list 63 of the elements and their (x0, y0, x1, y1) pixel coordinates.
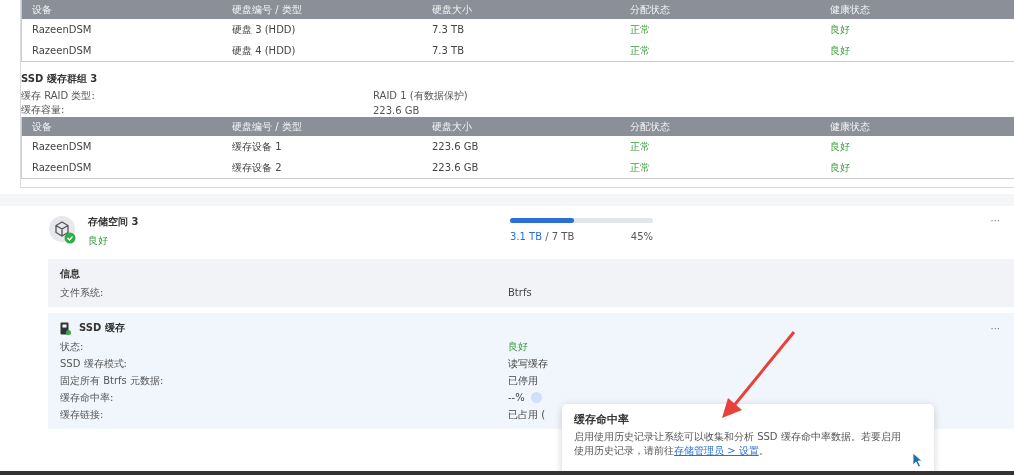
field-label: 文件系统: (60, 285, 104, 300)
panel-title: 信息 (60, 267, 81, 281)
column-header: 硬盘编号 / 类型 (232, 119, 302, 134)
table-cell: 正常 (630, 139, 650, 154)
field-label: 缓存链接: (60, 407, 104, 422)
drive-icon (60, 321, 71, 335)
table-cell: 正常 (630, 22, 650, 37)
total-size: / 7 TB (545, 231, 575, 242)
field-label: 缓存命中率: (60, 390, 114, 405)
group-title: SSD 缓存群组 3 (21, 72, 99, 86)
field-label: 缓存容量: (21, 103, 65, 117)
more-button[interactable]: ··· (990, 215, 1000, 226)
field-label: 状态: (60, 339, 84, 354)
table-cell: RazeenDSM (32, 45, 92, 56)
info-icon[interactable] (530, 392, 542, 403)
field-value: 读写缓存 (508, 356, 548, 371)
field-value: RAID 1 (有数据保护) (373, 89, 468, 103)
table-cell: 硬盘 3 (HDD) (232, 22, 296, 37)
table-cell: 7.3 TB (432, 45, 465, 56)
field-value: 良好 (508, 339, 528, 354)
field-value: 已停用 (508, 373, 538, 388)
column-header: 设备 (32, 2, 52, 17)
panel-title: SSD 缓存 (79, 321, 125, 335)
table-cell: 正常 (630, 160, 650, 175)
field-value: Btrfs (508, 287, 532, 298)
usage-percent: 45% (630, 231, 653, 242)
field-value: 223.6 GB (373, 104, 420, 116)
volume-status: 良好 (88, 234, 108, 248)
table-cell: 223.6 GB (432, 141, 479, 152)
table-cell: RazeenDSM (32, 162, 92, 173)
table-cell: 7.3 TB (432, 24, 465, 35)
more-button[interactable]: ··· (990, 322, 1000, 334)
column-header: 健康状态 (830, 2, 870, 17)
cube-icon (48, 215, 76, 245)
cursor-icon (912, 452, 924, 468)
table-cell: 硬盘 4 (HDD) (232, 43, 296, 58)
field-value: 已占用 ( (508, 407, 546, 422)
table-cell: 正常 (630, 43, 650, 58)
field-value: --% (508, 392, 525, 403)
table-cell: 缓存设备 1 (232, 139, 282, 154)
table-cell: 缓存设备 2 (232, 160, 282, 175)
table-cell: RazeenDSM (32, 24, 92, 35)
tooltip-text: 启用使用历史记录让系统可以收集和分析 SSD 缓存命中率数据。若要启用使用历史记录，请前往存储管理员 > 设置。 (574, 430, 902, 458)
column-header: 健康状态 (830, 119, 870, 134)
settings-link[interactable]: 存储管理员 > 设置 (674, 445, 759, 456)
table-cell: 良好 (830, 22, 850, 37)
field-label: SSD 缓存模式: (60, 356, 127, 371)
used-size: 3.1 TB (510, 231, 543, 242)
field-label: 固定所有 Btrfs 元数据: (60, 373, 164, 388)
tooltip-title: 缓存命中率 (574, 412, 630, 427)
column-header: 硬盘大小 (432, 119, 472, 134)
table-cell: 良好 (830, 139, 850, 154)
column-header: 设备 (32, 119, 52, 134)
table-cell: 良好 (830, 160, 850, 175)
column-header: 分配状态 (630, 2, 670, 17)
column-header: 硬盘编号 / 类型 (232, 2, 302, 17)
volume-title: 存储空间 3 (88, 215, 139, 229)
table-cell: 良好 (830, 43, 850, 58)
table-cell: RazeenDSM (32, 141, 92, 152)
column-header: 硬盘大小 (432, 2, 472, 17)
field-label: 缓存 RAID 类型: (21, 89, 95, 103)
column-header: 分配状态 (630, 119, 670, 134)
table-cell: 223.6 GB (432, 162, 479, 173)
